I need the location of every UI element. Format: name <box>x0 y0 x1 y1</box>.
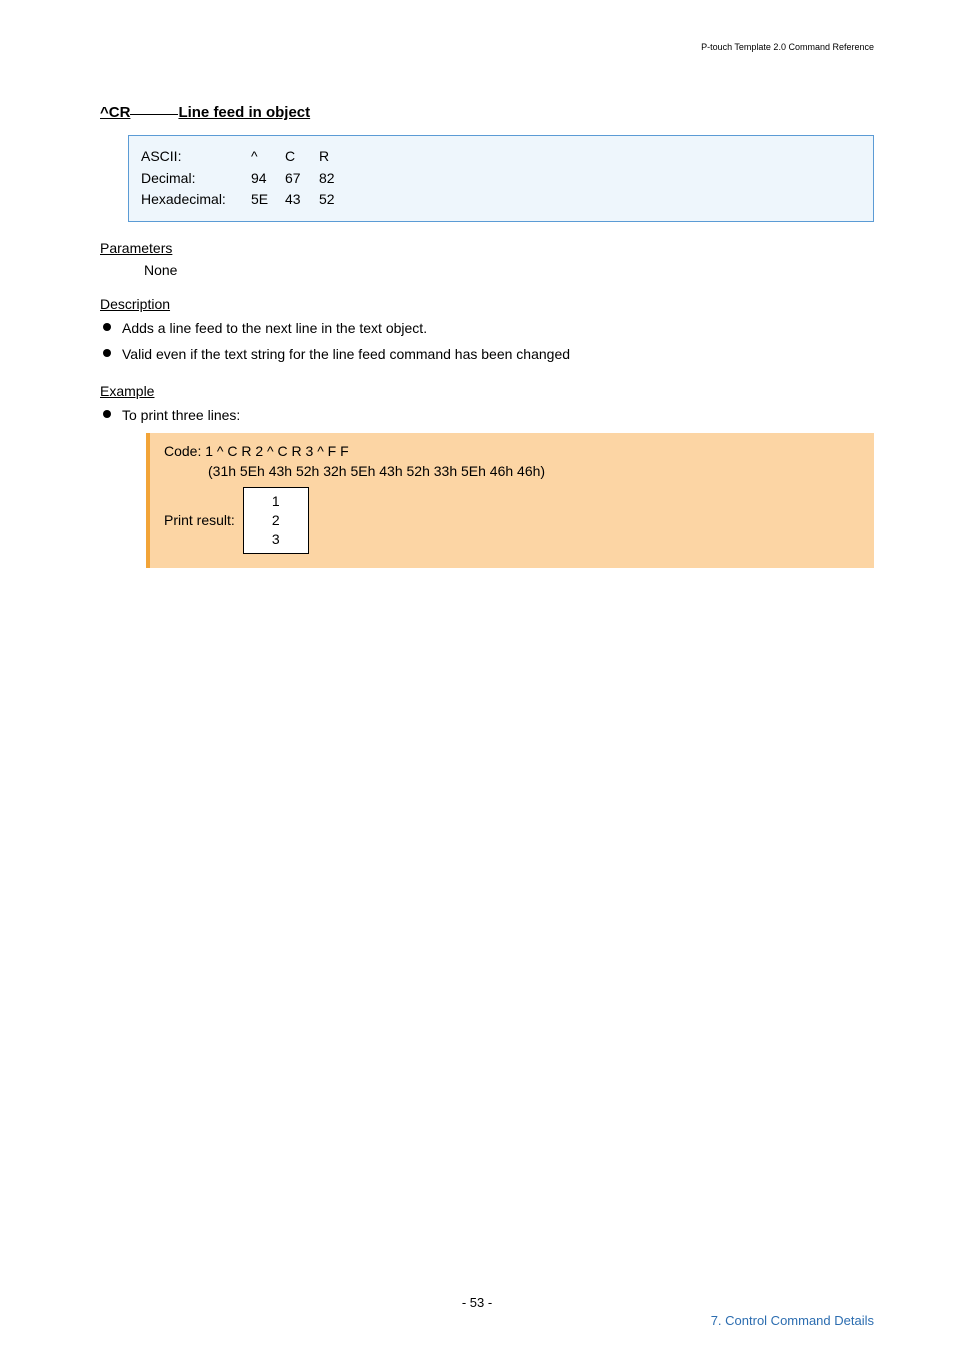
list-item: To print three lines: <box>100 405 874 425</box>
print-result-label: Print result: <box>164 512 235 528</box>
example-heading: Example <box>100 383 874 399</box>
cell: 5E <box>251 189 285 211</box>
print-line: 1 <box>244 492 308 511</box>
table-row: ASCII: ^ C R <box>141 146 861 168</box>
command-code: ^CR <box>100 104 130 121</box>
parameters-text: None <box>144 262 874 278</box>
example-intro-list: To print three lines: <box>100 405 874 425</box>
row-label: Decimal: <box>141 168 251 190</box>
print-result-box: 1 2 3 <box>243 487 309 554</box>
row-label: ASCII: <box>141 146 251 168</box>
cell: 94 <box>251 168 285 190</box>
cell: C <box>285 146 319 168</box>
table-row: Hexadecimal: 5E 43 52 <box>141 189 861 211</box>
cell: 82 <box>319 168 353 190</box>
print-line: 3 <box>244 530 308 549</box>
cell: 52 <box>319 189 353 211</box>
list-item: Adds a line feed to the next line in the… <box>100 318 874 338</box>
print-result-row: Print result: 1 2 3 <box>164 487 860 554</box>
print-line: 2 <box>244 511 308 530</box>
row-label: Hexadecimal: <box>141 189 251 211</box>
description-list: Adds a line feed to the next line in the… <box>100 318 874 365</box>
cell: 43 <box>285 189 319 211</box>
cell: 67 <box>285 168 319 190</box>
footer-section-title: 7. Control Command Details <box>711 1313 874 1328</box>
table-row: Decimal: 94 67 82 <box>141 168 861 190</box>
cell: R <box>319 146 353 168</box>
example-code: Code: 1 ^ C R 2 ^ C R 3 ^ F F <box>164 443 860 459</box>
list-item: Valid even if the text string for the li… <box>100 344 874 364</box>
example-hex: (31h 5Eh 43h 52h 32h 5Eh 43h 52h 33h 5Eh… <box>208 463 860 479</box>
cell: ^ <box>251 146 285 168</box>
section-heading: ^CR Line feed in object <box>100 104 874 121</box>
encoding-table: ASCII: ^ C R Decimal: 94 67 82 Hexadecim… <box>128 135 874 222</box>
doc-header-title: P-touch Template 2.0 Command Reference <box>701 42 874 52</box>
command-title: Line feed in object <box>178 104 310 121</box>
description-heading: Description <box>100 296 874 312</box>
parameters-heading: Parameters <box>100 240 874 256</box>
page-number: - 53 - <box>0 1295 954 1310</box>
example-box: Code: 1 ^ C R 2 ^ C R 3 ^ F F (31h 5Eh 4… <box>146 433 874 568</box>
